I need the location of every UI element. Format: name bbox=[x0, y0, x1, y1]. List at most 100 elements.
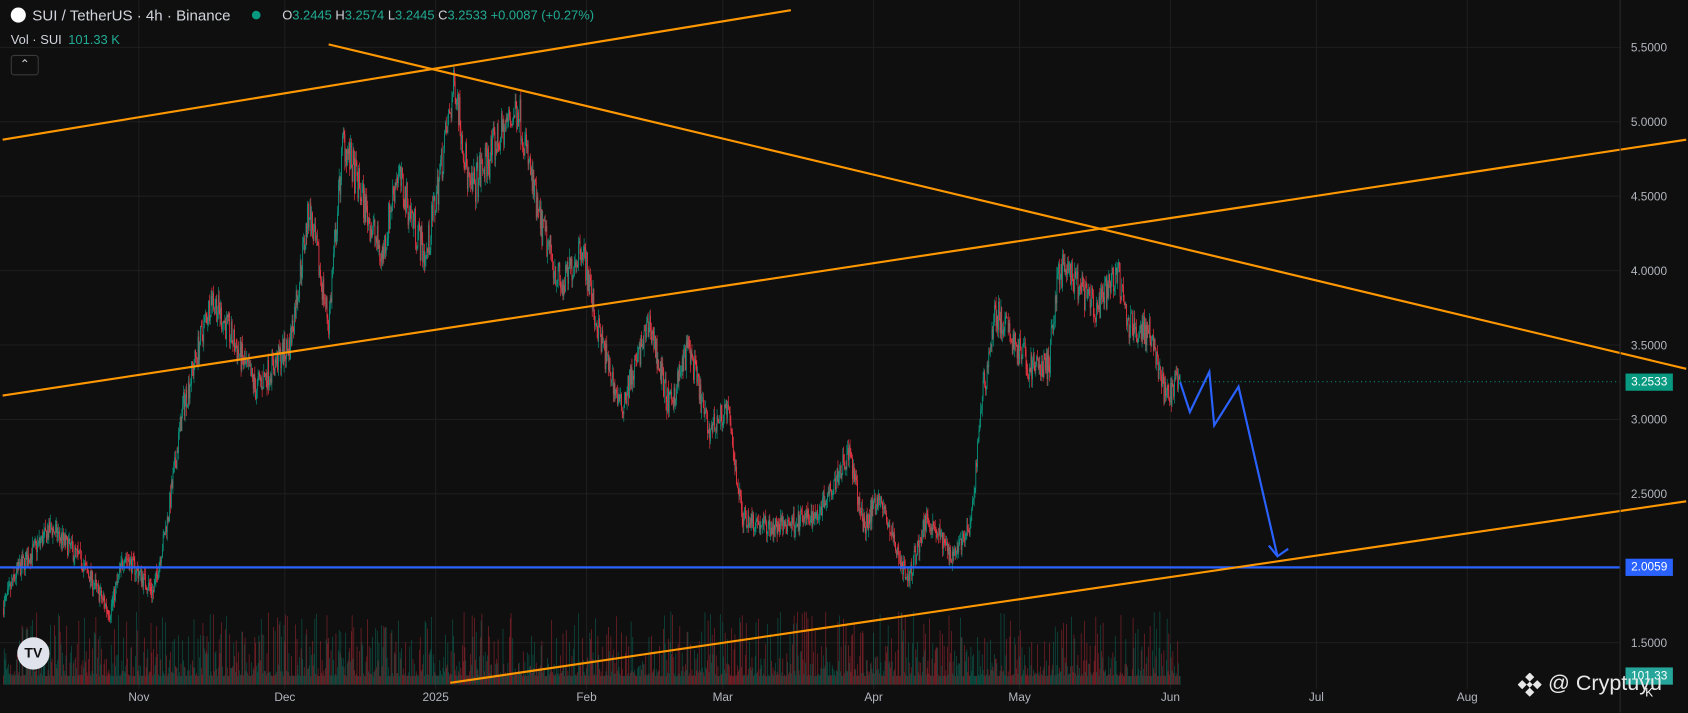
candle-body bbox=[559, 263, 561, 282]
volume-bar bbox=[607, 675, 608, 685]
candle-body bbox=[50, 523, 51, 533]
candle-body bbox=[335, 229, 337, 245]
volume-bar bbox=[1041, 674, 1042, 685]
candle-body bbox=[770, 527, 771, 537]
volume-bar bbox=[292, 675, 294, 685]
volume-bar bbox=[816, 675, 818, 685]
volume-bar bbox=[393, 676, 394, 685]
candle-body bbox=[1045, 357, 1046, 371]
volume-bar bbox=[316, 613, 317, 685]
volume-bar bbox=[256, 665, 257, 685]
candle-body bbox=[260, 378, 262, 382]
volume-bar bbox=[409, 646, 411, 685]
candle-body bbox=[788, 521, 790, 526]
volume-bar bbox=[202, 622, 204, 685]
candle-body bbox=[342, 136, 343, 148]
tradingview-logo[interactable]: TV bbox=[17, 637, 50, 670]
candle-body bbox=[595, 323, 597, 325]
candle-body bbox=[363, 190, 365, 218]
candle-body bbox=[656, 338, 658, 369]
volume-bar bbox=[893, 671, 895, 685]
volume-bar bbox=[116, 676, 118, 685]
volume-bar bbox=[312, 665, 314, 685]
volume-bar bbox=[541, 640, 543, 685]
volume-bar bbox=[929, 675, 931, 685]
candle-body bbox=[436, 176, 438, 192]
volume-bar bbox=[208, 641, 209, 685]
candle-body bbox=[728, 407, 730, 411]
candle-body bbox=[450, 113, 452, 119]
volume-bar bbox=[166, 655, 167, 685]
candle-body bbox=[93, 585, 95, 588]
candle-body bbox=[4, 598, 6, 601]
volume-bar bbox=[1119, 672, 1121, 685]
volume-bar bbox=[623, 676, 625, 685]
candle-body bbox=[736, 483, 738, 488]
candle-body bbox=[606, 343, 608, 356]
volume-bar bbox=[969, 675, 971, 685]
volume-bar bbox=[591, 629, 592, 685]
ohlc-readout: O3.2445 H3.2574 L3.2445 C3.2533 +0.0087 … bbox=[282, 8, 594, 23]
candle-body bbox=[992, 328, 994, 339]
volume-bar bbox=[732, 675, 733, 685]
candle-body bbox=[1099, 296, 1101, 318]
candle-body bbox=[208, 301, 209, 321]
candle-body bbox=[199, 344, 201, 360]
volume-bar bbox=[263, 634, 265, 685]
volume-bar bbox=[106, 675, 108, 685]
volume-bar bbox=[742, 676, 744, 685]
candle-body bbox=[1158, 368, 1160, 379]
volume-bar bbox=[690, 675, 692, 685]
volume-bar bbox=[809, 664, 811, 685]
collapse-legend-button[interactable]: ⌃ bbox=[10, 54, 39, 76]
candle-body bbox=[191, 361, 192, 385]
price-chart[interactable]: 5.50005.00004.50004.00003.50003.00002.50… bbox=[0, 0, 1688, 713]
candle-body bbox=[493, 128, 495, 133]
volume-bar bbox=[653, 669, 655, 685]
volume-bar bbox=[310, 676, 312, 685]
candle-body bbox=[965, 533, 967, 536]
candle-body bbox=[342, 131, 344, 137]
candle-body bbox=[899, 557, 900, 559]
candle-body bbox=[353, 149, 355, 158]
candle-body bbox=[41, 535, 42, 541]
candle-body bbox=[839, 466, 841, 471]
volume-bar bbox=[1178, 663, 1179, 685]
volume-bar bbox=[766, 623, 768, 685]
volume-bar bbox=[223, 675, 225, 685]
candle-body bbox=[332, 269, 334, 277]
candle-body bbox=[375, 237, 377, 240]
volume-bar bbox=[173, 673, 175, 685]
candle-body bbox=[290, 328, 291, 359]
candle-body bbox=[527, 144, 529, 165]
candle-body bbox=[1038, 364, 1040, 368]
candle-body bbox=[1135, 326, 1137, 338]
candle-body bbox=[54, 532, 55, 534]
symbol-title[interactable]: SUI / TetherUS · 4h · Binance bbox=[32, 6, 230, 23]
candle-body bbox=[239, 354, 240, 355]
candle-body bbox=[5, 594, 7, 599]
candle-body bbox=[415, 242, 417, 248]
volume-bar bbox=[135, 656, 137, 685]
drawings[interactable] bbox=[0, 9, 1687, 684]
candle-body bbox=[78, 552, 80, 554]
candle-body bbox=[978, 430, 980, 439]
volume-bar bbox=[502, 628, 504, 685]
candle-body bbox=[1011, 341, 1013, 354]
candle-body bbox=[1079, 285, 1080, 295]
volume-bar bbox=[122, 670, 124, 685]
volume-bar bbox=[896, 675, 898, 685]
candle-body bbox=[127, 559, 128, 561]
candle-body bbox=[1105, 277, 1106, 282]
volume-bar bbox=[1148, 646, 1149, 685]
volume-bar bbox=[157, 653, 158, 685]
volume-bar bbox=[420, 671, 422, 685]
candle-body bbox=[94, 579, 96, 586]
candle-body bbox=[325, 302, 326, 304]
volume-bar bbox=[822, 655, 824, 685]
candle-body bbox=[833, 479, 835, 494]
volume-bar bbox=[431, 616, 433, 685]
candle-body bbox=[126, 558, 128, 560]
candle-body bbox=[358, 168, 360, 198]
candle-body bbox=[1041, 361, 1043, 370]
